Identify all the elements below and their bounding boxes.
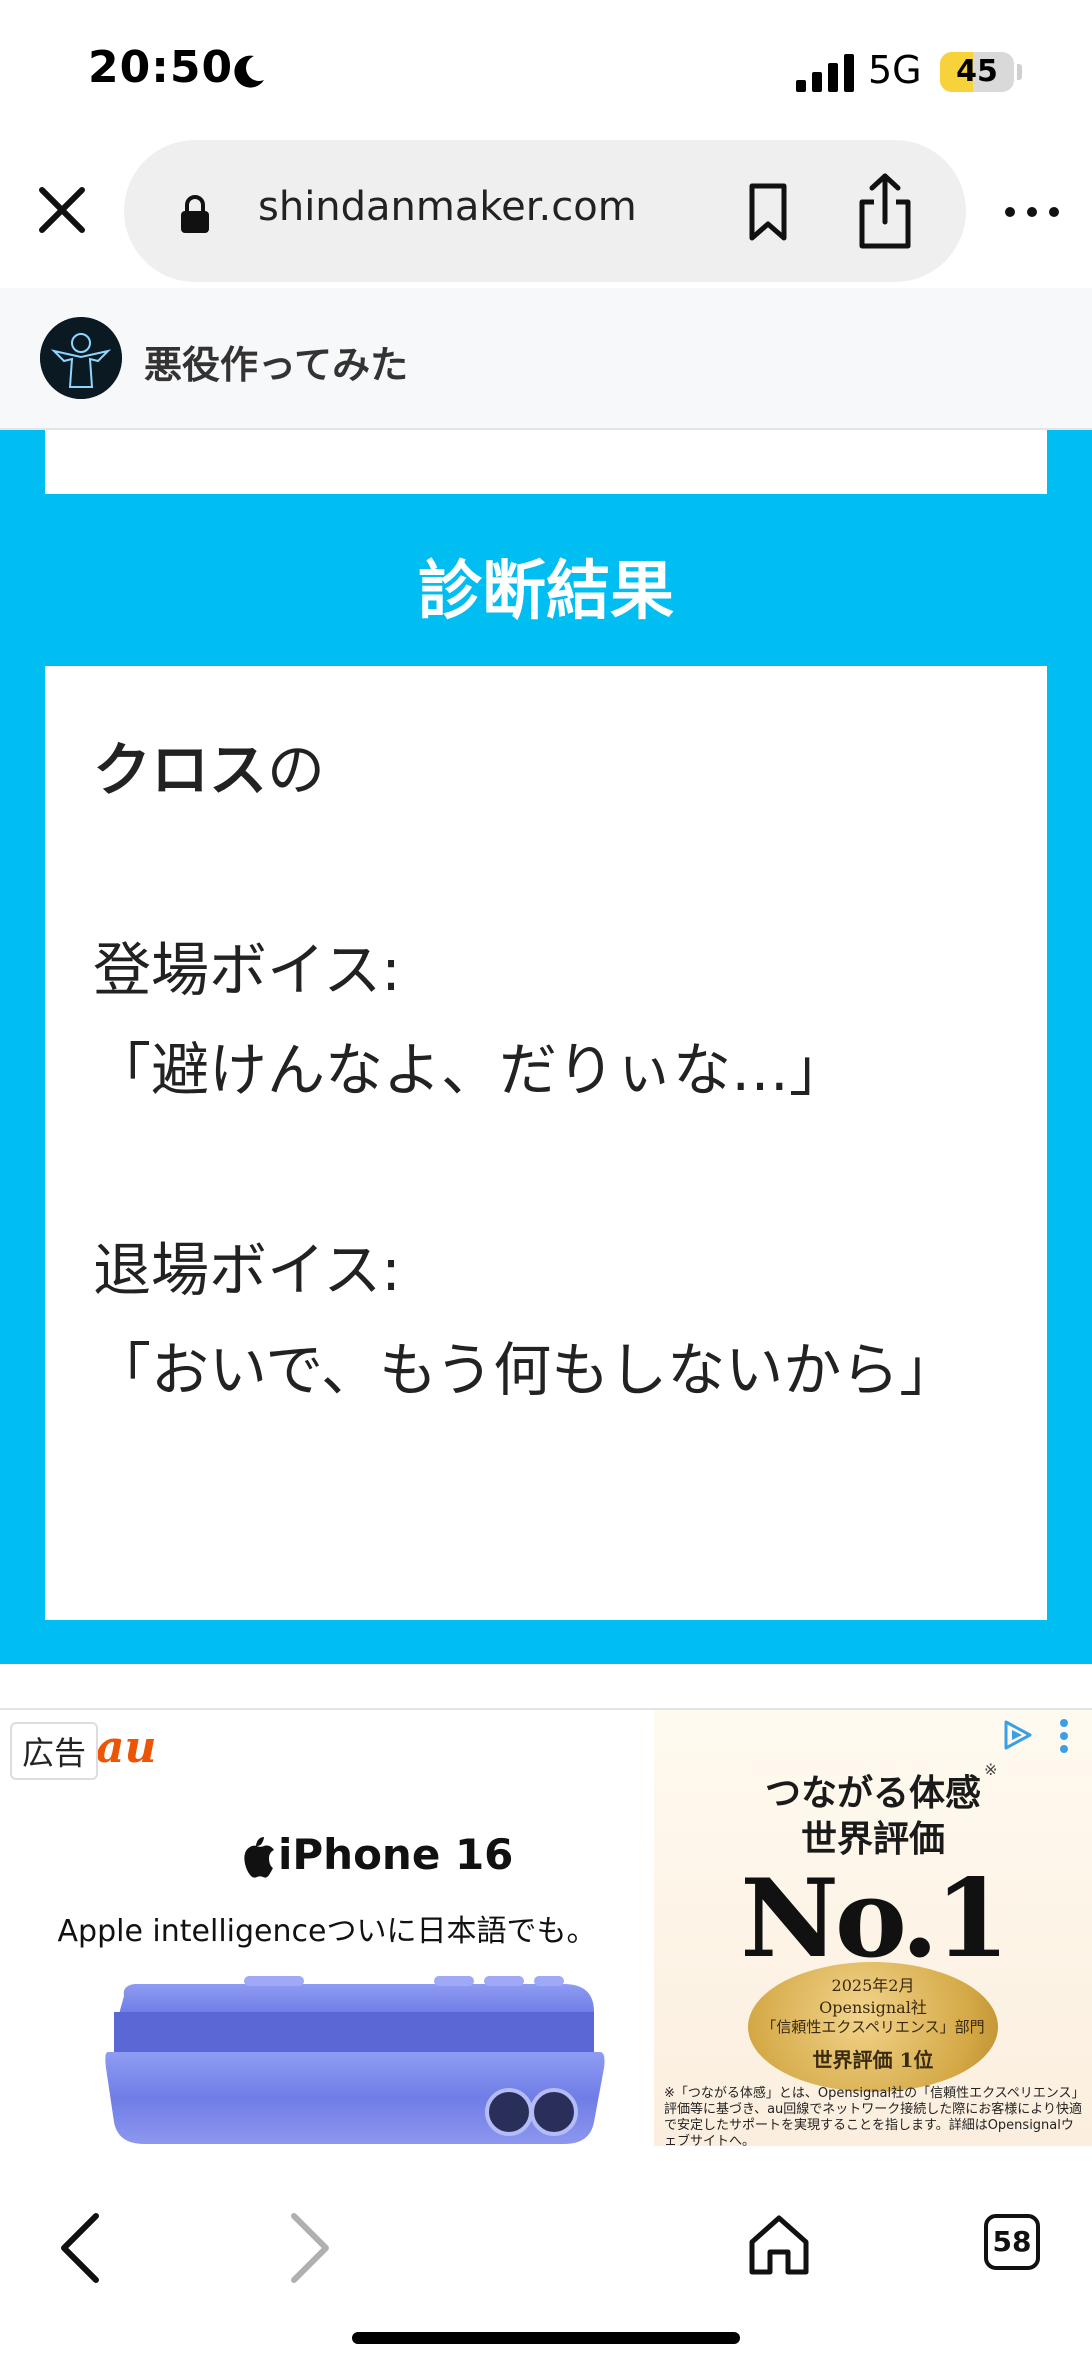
ad-info-icon[interactable] <box>1000 1718 1034 1752</box>
au-logo: au <box>96 1722 157 1773</box>
advertisement[interactable]: au iPhone 16 Apple intelligenceついに日本語でも。 <box>0 1708 1092 2148</box>
medal-date: 2025年2月 <box>831 1976 915 1995</box>
back-icon[interactable] <box>50 2206 110 2290</box>
result-body: 登場ボイス: 「避けんなよ、だりぃな…」 退場ボイス: 「おいで、もう何もしない… <box>93 936 958 1404</box>
result-text: クロスの 登場ボイス: 「避けんなよ、だりぃな…」 退場ボイス: 「おいで、もう… <box>93 720 1013 1420</box>
more-icon[interactable] <box>1000 192 1064 232</box>
ad-subtitle: Apple intelligenceついに日本語でも。 <box>57 1914 597 1949</box>
ad-badge: 広告 <box>10 1722 99 1780</box>
site-header: 悪役作ってみた <box>0 288 1092 430</box>
share-icon[interactable] <box>852 172 918 250</box>
moon-icon <box>234 55 264 88</box>
battery-tip <box>1017 64 1022 80</box>
ad-footnote: ※「つながる体感」とは、Opensignal社の「信頼性エクスペリエンス」評価等… <box>664 2086 1083 2148</box>
signal-icon <box>796 54 854 92</box>
result-name-suffix: の <box>267 736 326 804</box>
award-medal: 2025年2月 Opensignal社 「信頼性エクスペリエンス」部門 世界評価… <box>748 1962 998 2092</box>
home-icon[interactable] <box>746 2212 812 2278</box>
previous-card <box>45 430 1047 494</box>
status-time: 20:50 <box>88 42 234 93</box>
ad-menu-icon[interactable] <box>1056 1716 1072 1756</box>
tabs-count: 58 <box>992 2225 1032 2258</box>
lock-icon <box>181 195 209 233</box>
ad-right-title-line1: つながる体感 <box>764 1772 981 1814</box>
site-title[interactable]: 悪役作ってみた <box>144 334 408 389</box>
result-heading: 診断結果 <box>418 555 674 629</box>
forward-icon[interactable] <box>280 2206 340 2290</box>
result-card: クロスの 登場ボイス: 「避けんなよ、だりぃな…」 退場ボイス: 「おいで、もう… <box>45 666 1047 1620</box>
ad-right-mark: ※ <box>984 1760 998 1779</box>
url-bar[interactable]: shindanmaker.com <box>124 140 966 282</box>
iphone-image <box>105 1976 605 2144</box>
ad-product-title: iPhone 16 <box>278 1830 514 1879</box>
browser-toolbar: 58 <box>0 2146 1092 2364</box>
browser-url-row: shindanmaker.com <box>0 140 1092 285</box>
medal-company: Opensignal社 <box>819 1998 927 2017</box>
bookmark-icon[interactable] <box>740 182 796 242</box>
ad-right-title: つながる体感 世界評価 <box>654 1770 1092 1862</box>
result-panel: 診断結果 クロスの 登場ボイス: 「避けんなよ、だりぃな…」 退場ボイス: 「お… <box>0 430 1092 1664</box>
medal-category: 「信頼性エクスペリエンス」部門 <box>761 2018 985 2036</box>
apple-icon <box>244 1837 274 1878</box>
ad-right-panel[interactable]: つながる体感 世界評価 ※ No.1 2025年2月 Opensignal社 「… <box>654 1710 1092 2148</box>
battery-indicator: 45 <box>940 52 1014 92</box>
home-indicator[interactable] <box>352 2332 740 2344</box>
ad-left-panel[interactable]: au iPhone 16 Apple intelligenceついに日本語でも。 <box>0 1710 654 2148</box>
battery-label: 45 <box>956 54 998 89</box>
network-label: 5G <box>868 48 922 92</box>
close-icon[interactable] <box>30 178 94 242</box>
medal-rank: 世界評価 1位 <box>812 2048 934 2072</box>
url-text[interactable]: shindanmaker.com <box>258 184 637 230</box>
tabs-icon[interactable]: 58 <box>984 2214 1040 2270</box>
result-name: クロス <box>93 736 268 804</box>
status-bar: 20:50 5G 45 <box>0 0 1092 140</box>
avatar[interactable] <box>40 317 122 399</box>
